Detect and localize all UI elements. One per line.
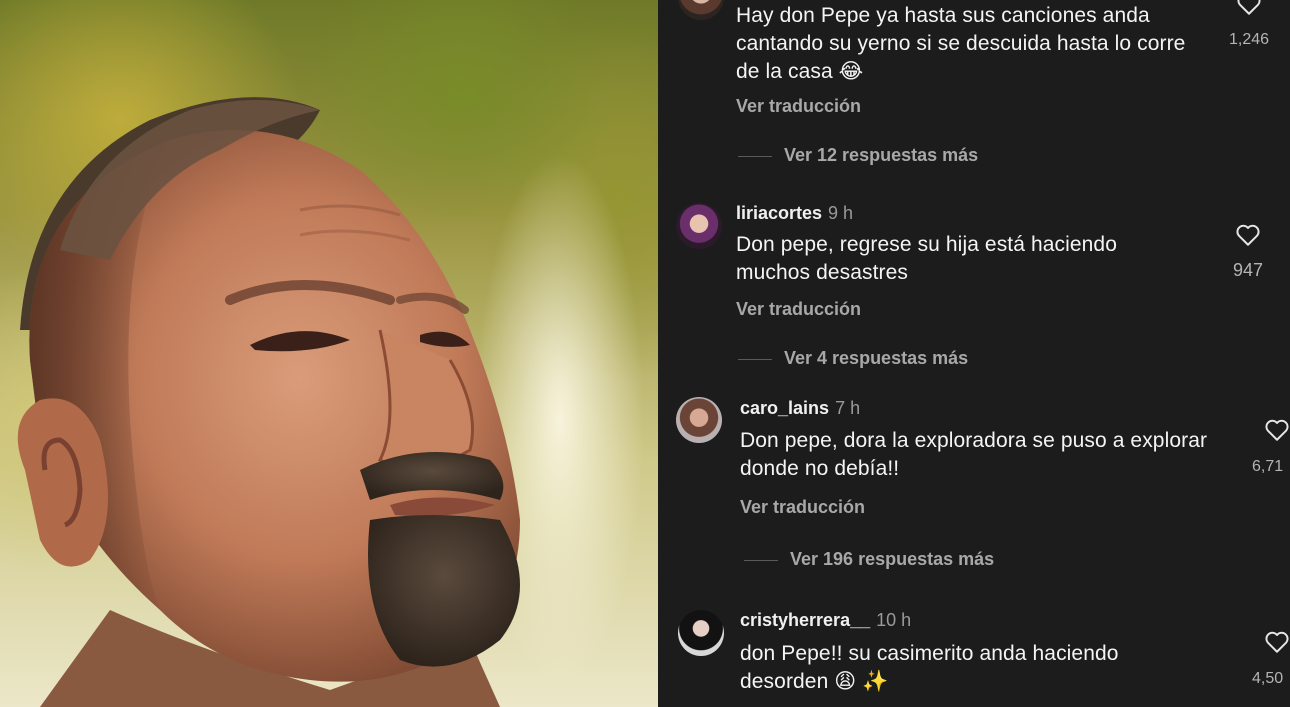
profile-avatar[interactable]	[678, 0, 724, 20]
heart-icon[interactable]	[1264, 630, 1290, 654]
comment-timestamp: 10 h	[876, 610, 912, 630]
heart-icon[interactable]	[1264, 418, 1290, 442]
heart-icon[interactable]	[1236, 0, 1262, 16]
heart-icon[interactable]	[1235, 223, 1261, 247]
username-link[interactable]: liriacortes	[736, 203, 822, 223]
comment-text: Don pepe, regrese su hija está haciendo …	[736, 233, 1117, 284]
comment-username-row: liriacortes 9 h	[736, 203, 853, 224]
comments-panel: Hay don Pepe ya hasta sus canciones anda…	[658, 0, 1290, 707]
comment-username-row: caro_lains 7 h	[740, 398, 860, 419]
see-translation-link[interactable]: Ver traducción	[736, 299, 861, 320]
like-count: 947	[1232, 260, 1264, 280]
profile-avatar[interactable]	[676, 397, 722, 443]
replies-divider	[744, 560, 778, 561]
see-translation-link[interactable]: Ver traducción	[736, 96, 861, 117]
view-replies-link[interactable]: Ver 12 respuestas más	[784, 145, 978, 166]
like-count: 1,246	[1228, 31, 1270, 48]
comment-text: don Pepe!! su casimerito anda haciendo d…	[740, 642, 1119, 693]
comment-timestamp: 9 h	[828, 203, 854, 223]
man-portrait-illustration	[17, 97, 520, 707]
profile-avatar[interactable]	[676, 203, 722, 249]
comment-timestamp: 7 h	[835, 398, 861, 418]
post-photo	[0, 0, 658, 707]
username-link[interactable]: cristyherrera__	[740, 610, 870, 630]
like-count: 6,71	[1252, 458, 1284, 475]
like-count: 4,50	[1252, 670, 1284, 687]
replies-divider	[738, 359, 772, 360]
comment-text: Hay don Pepe ya hasta sus canciones anda…	[736, 4, 1186, 83]
see-translation-link[interactable]: Ver traducción	[740, 497, 865, 518]
username-link[interactable]: caro_lains	[740, 398, 829, 418]
replies-divider	[738, 156, 772, 157]
profile-avatar[interactable]	[678, 610, 724, 656]
comment-text: Don pepe, dora la exploradora se puso a …	[740, 429, 1208, 480]
view-replies-link[interactable]: Ver 196 respuestas más	[790, 549, 994, 570]
comment-username-row: cristyherrera__ 10 h	[740, 610, 911, 631]
view-replies-link[interactable]: Ver 4 respuestas más	[784, 348, 968, 369]
